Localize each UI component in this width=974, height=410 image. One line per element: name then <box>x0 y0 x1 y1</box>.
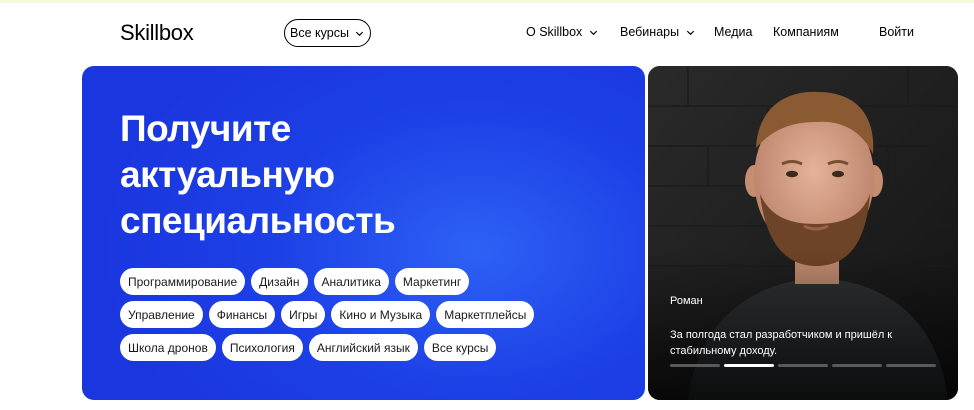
hero-title-line: специальность <box>120 200 396 241</box>
hero-title-line: актуальную <box>120 154 335 195</box>
chip-drone-school[interactable]: Школа дронов <box>120 334 216 361</box>
student-story-card[interactable]: Роман За полгода стал разработчиком и пр… <box>648 66 958 400</box>
story-progress <box>670 364 936 367</box>
nav-about-skillbox[interactable]: О Skillbox <box>526 25 599 39</box>
chip-design[interactable]: Дизайн <box>251 268 308 295</box>
chip-programming[interactable]: Программирование <box>120 268 246 295</box>
nav-companies[interactable]: Компаниям <box>773 25 839 39</box>
chip-marketing[interactable]: Маркетинг <box>394 268 470 295</box>
chip-row: Школа дронов Психология Английский язык … <box>120 334 540 361</box>
nav-media[interactable]: Медиа <box>714 25 752 39</box>
skillbox-logo[interactable]: Skillbox <box>120 20 194 46</box>
site-header: Skillbox Все курсы О Skillbox Вебинары М… <box>0 0 974 64</box>
nav-media-label: Медиа <box>714 25 753 39</box>
nav-webinars-label: Вебинары <box>620 25 680 39</box>
chip-all-courses[interactable]: Все курсы <box>423 334 497 361</box>
hero-title: Получите актуальную специальность <box>120 106 520 244</box>
chevron-down-icon <box>355 31 364 36</box>
chip-row: Управление Финансы Игры Кино и Музыка Ма… <box>120 301 540 328</box>
chip-analytics[interactable]: Аналитика <box>313 268 389 295</box>
all-courses-button[interactable]: Все курсы <box>284 19 371 47</box>
hero-banner: Получите актуальную специальность Програ… <box>82 66 645 400</box>
chevron-down-icon <box>686 30 695 35</box>
nav-webinars[interactable]: Вебинары <box>620 25 696 39</box>
chip-marketplaces[interactable]: Маркетплейсы <box>436 301 535 328</box>
chip-english[interactable]: Английский язык <box>308 334 418 361</box>
chip-management[interactable]: Управление <box>120 301 203 328</box>
chevron-down-icon <box>590 30 598 35</box>
chip-row: Программирование Дизайн Аналитика Маркет… <box>120 268 540 295</box>
story-progress-segment[interactable] <box>670 364 720 367</box>
chip-games[interactable]: Игры <box>281 301 326 328</box>
nav-companies-label: Компаниям <box>773 25 839 39</box>
category-chips: Программирование Дизайн Аналитика Маркет… <box>120 268 540 367</box>
story-person-name: Роман <box>670 295 703 307</box>
chip-finance[interactable]: Финансы <box>208 301 276 328</box>
login-link[interactable]: Войти <box>879 25 914 39</box>
story-progress-segment[interactable] <box>778 364 828 367</box>
all-courses-label: Все курсы <box>290 26 349 40</box>
hero-title-line: Получите <box>120 108 291 149</box>
chip-psychology[interactable]: Психология <box>221 334 303 361</box>
story-progress-segment[interactable] <box>832 364 882 367</box>
nav-about-label: О Skillbox <box>526 25 583 39</box>
story-progress-segment-active[interactable] <box>724 364 774 367</box>
chip-film-music[interactable]: Кино и Музыка <box>331 301 431 328</box>
story-quote: За полгода стал разработчиком и пришёл к… <box>670 329 893 357</box>
login-label: Войти <box>879 25 914 39</box>
story-progress-segment[interactable] <box>886 364 936 367</box>
